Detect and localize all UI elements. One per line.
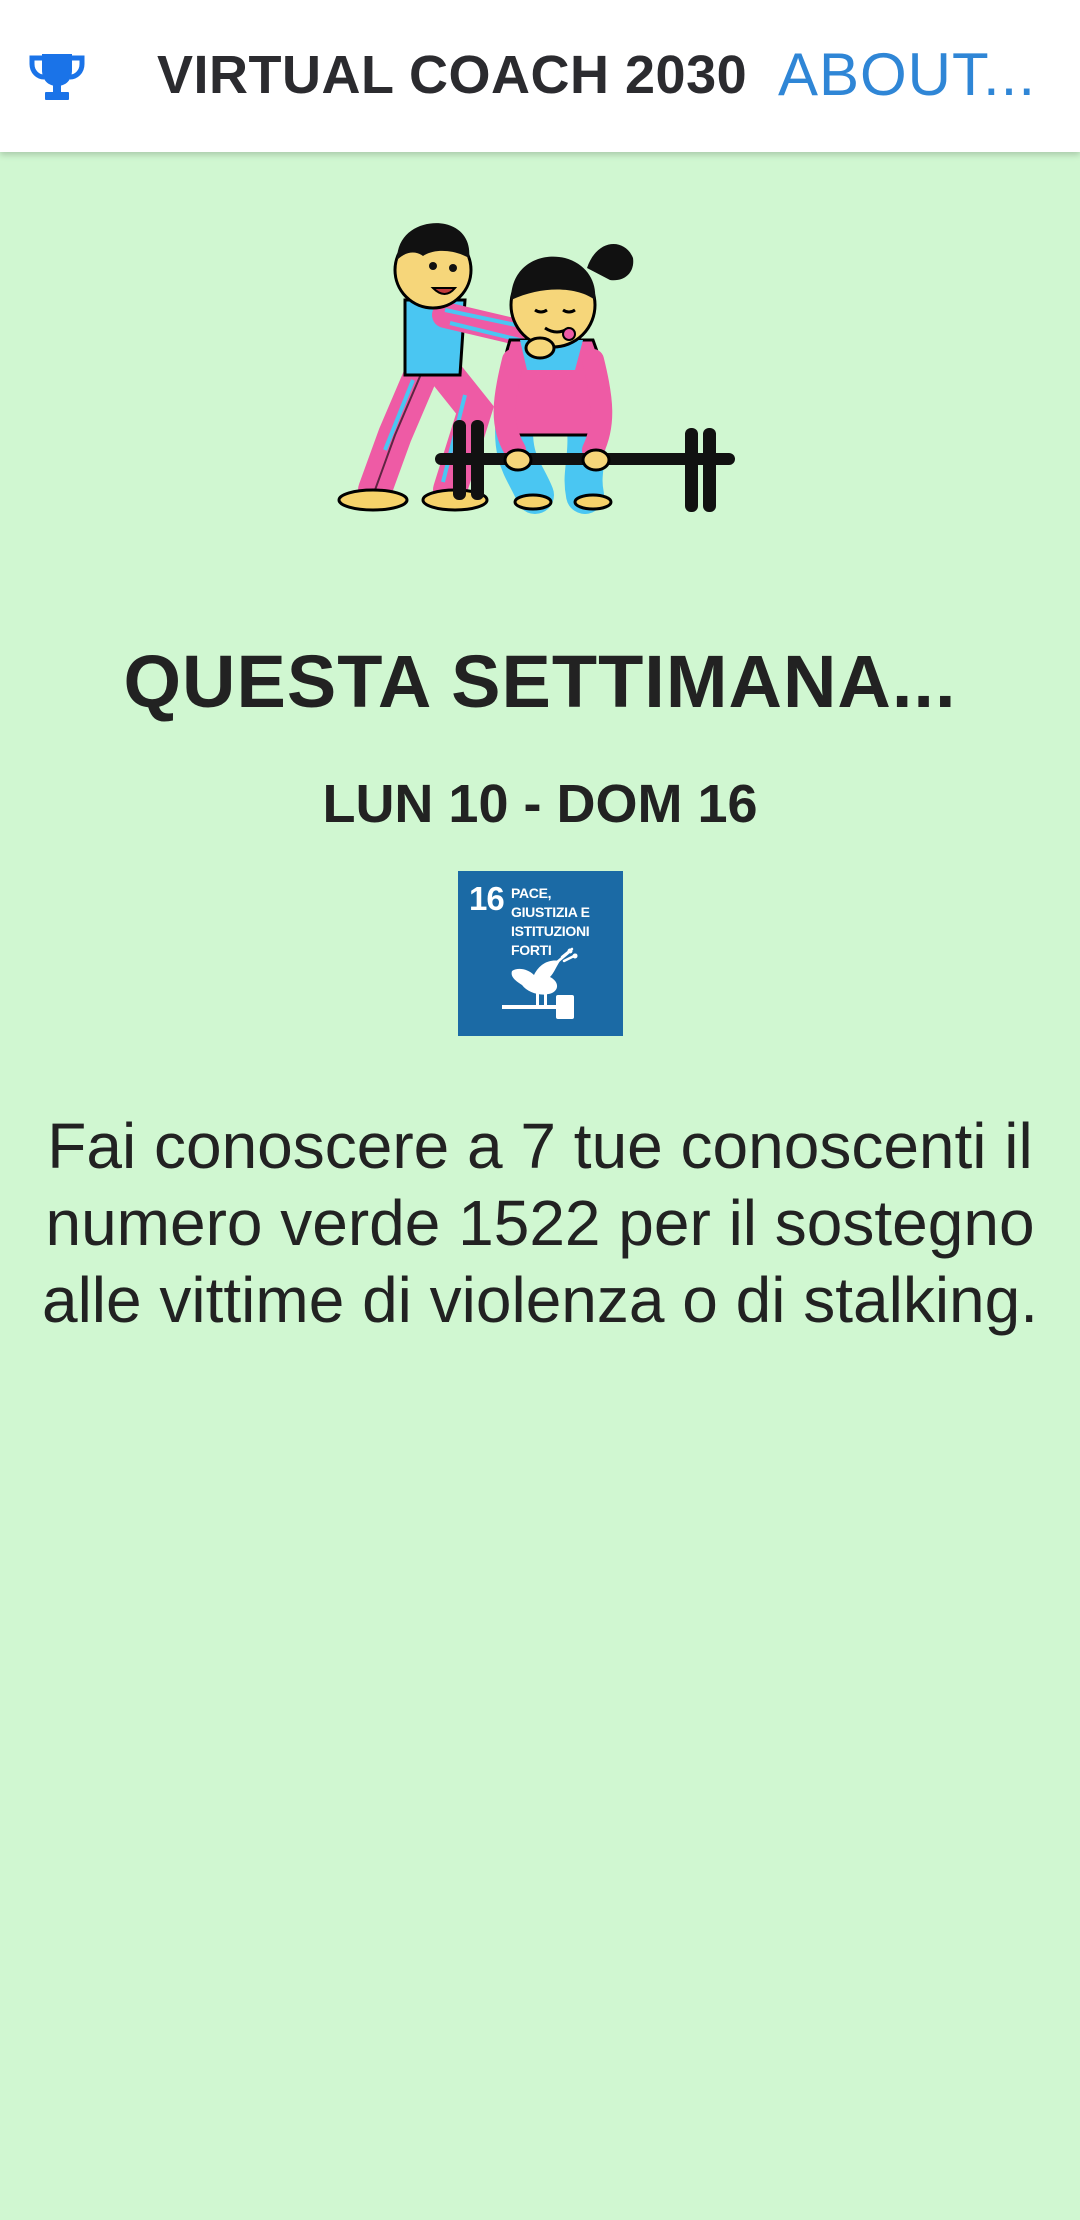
sdg-number: 16: [469, 880, 505, 917]
sdg-16-badge: 16 PACE, GIUSTIZIA E ISTITUZIONI FORTI: [458, 871, 623, 1036]
top-app-bar: VIRTUAL COACH 2030 ABOUT...: [0, 0, 1080, 152]
week-date-range: LUN 10 - DOM 16: [322, 774, 758, 834]
weekly-challenge-text: Fai conoscere a 7 tue conoscenti il nume…: [41, 1110, 1039, 1336]
trophy-icon[interactable]: [28, 50, 86, 102]
dove-gavel-icon: [502, 947, 578, 1019]
app-title: VIRTUAL COACH 2030: [157, 45, 748, 105]
week-title: QUESTA SETTIMANA...: [123, 640, 957, 723]
about-button[interactable]: ABOUT...: [778, 40, 1036, 110]
app-screen: VIRTUAL COACH 2030 ABOUT... QUESTA SETTI…: [0, 0, 1080, 2220]
coach-and-weightlifter-illustration: [337, 223, 735, 514]
